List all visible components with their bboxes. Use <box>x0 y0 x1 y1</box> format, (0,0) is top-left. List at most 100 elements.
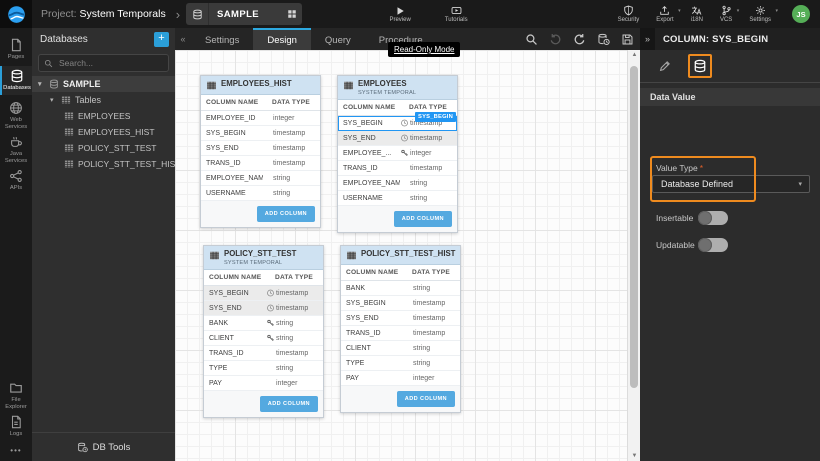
sidebar-item-web-services[interactable]: Web Services <box>0 98 32 133</box>
security-button[interactable]: Security <box>618 5 640 23</box>
export-button[interactable]: Export ▾ <box>656 5 673 23</box>
entity-table-header[interactable]: EMPLOYEES_HIST <box>201 76 320 95</box>
log-document-icon <box>9 415 23 429</box>
search-box[interactable] <box>38 54 169 72</box>
column-row[interactable]: CLIENTstring <box>341 341 460 356</box>
column-type: integer <box>413 375 455 382</box>
column-row[interactable]: PAY integer <box>204 376 323 391</box>
tree-node-table[interactable]: EMPLOYEES <box>32 108 175 124</box>
insertable-label: Insertable <box>656 213 698 223</box>
column-row[interactable]: SYS_ENDtimestamp <box>338 131 457 146</box>
column-row[interactable]: PAYinteger <box>341 371 460 386</box>
tree-node-tables-folder[interactable]: ▾ Tables <box>32 92 175 108</box>
scrollbar-thumb[interactable] <box>630 66 638 388</box>
sidebar-item-java-services[interactable]: Java Services <box>0 132 32 167</box>
tree-node-database[interactable]: ▾ SAMPLE <box>32 76 175 92</box>
add-column-button[interactable]: ADD COLUMN <box>257 206 315 222</box>
app-logo[interactable] <box>0 0 32 28</box>
column-row[interactable]: TRANS_IDtimestamp <box>204 346 323 361</box>
tutorials-button[interactable]: Tutorials <box>445 5 468 23</box>
updatable-row: Updatable <box>656 238 728 252</box>
sidebar-item-apis[interactable]: APIs <box>0 166 32 195</box>
tree-node-table[interactable]: POLICY_STT_TEST <box>32 140 175 156</box>
settings-label: Settings <box>749 17 771 23</box>
tab-edit-column[interactable] <box>654 55 676 77</box>
search-input[interactable] <box>57 57 163 69</box>
vertical-scrollbar[interactable]: ▲ ▼ <box>627 50 640 461</box>
column-row[interactable]: TYPEstring <box>341 356 460 371</box>
column-row[interactable]: TYPEstring <box>204 361 323 376</box>
chevron-down-icon: ▾ <box>737 8 740 14</box>
tab-settings[interactable]: Settings <box>191 28 253 50</box>
entity-table-header[interactable]: EMPLOYEESSYSTEM TEMPORAL <box>338 76 457 100</box>
open-app-tab[interactable]: SAMPLE <box>186 3 302 25</box>
breadcrumb-chevron-icon[interactable]: › <box>176 7 180 22</box>
tree-node-table[interactable]: EMPLOYEES_HIST <box>32 124 175 140</box>
user-avatar[interactable]: JS <box>792 5 810 23</box>
column-row[interactable]: CLIENTstring <box>204 331 323 346</box>
column-row[interactable]: EMPLOYEE_NAMEstring <box>201 171 320 186</box>
column-row[interactable]: SYS_BEGINtimestampSYS_BEGIN <box>338 116 457 131</box>
settings-button[interactable]: Settings ▾ <box>749 5 771 23</box>
tree-node-table[interactable]: POLICY_STT_TEST_HIST <box>32 156 175 172</box>
add-column-button[interactable]: ADD COLUMN <box>397 391 455 407</box>
preview-label: Preview <box>389 17 410 23</box>
column-row[interactable]: BANKstring <box>204 316 323 331</box>
column-name: EMPLOYEE_NAME <box>206 175 263 182</box>
i18n-button[interactable]: i18N <box>691 5 703 23</box>
add-database-button[interactable]: + <box>154 32 169 47</box>
column-row[interactable]: SYS_ENDtimestamp <box>201 141 320 156</box>
updatable-toggle[interactable] <box>698 238 728 252</box>
column-row[interactable]: SYS_ENDtimestamp <box>204 301 323 316</box>
more-options-button[interactable]: ••• <box>0 446 32 455</box>
collapse-left-panel-button[interactable]: « <box>175 28 191 50</box>
search-icon[interactable] <box>525 33 538 46</box>
preview-button[interactable]: Preview <box>389 6 410 23</box>
column-row[interactable]: USERNAMEstring <box>201 186 320 201</box>
column-row[interactable]: SYS_BEGINtimestamp <box>201 126 320 141</box>
column-row[interactable]: TRANS_ID timestamp <box>341 326 460 341</box>
column-row[interactable]: USERNAMEstring <box>338 191 457 206</box>
sidebar-item-file-explorer[interactable]: File Explorer <box>0 378 32 413</box>
column-row[interactable]: EMPLOYEE_IDinteger <box>201 111 320 126</box>
db-tools-button[interactable]: DB Tools <box>32 432 175 461</box>
entity-table[interactable]: POLICY_STT_TESTSYSTEM TEMPORALCOLUMN NAM… <box>203 245 324 418</box>
collapse-right-panel-button[interactable]: » <box>640 28 655 50</box>
save-icon[interactable] <box>621 33 634 46</box>
table-icon <box>209 250 220 261</box>
entity-table-header[interactable]: POLICY_STT_TESTSYSTEM TEMPORAL <box>204 246 323 270</box>
column-type: timestamp <box>413 330 455 337</box>
column-row[interactable]: SYS_BEGINtimestamp <box>341 296 460 311</box>
sidebar-item-logs[interactable]: Logs <box>0 412 32 441</box>
column-row[interactable]: EMPLOYEE_...integer <box>338 146 457 161</box>
entity-table[interactable]: EMPLOYEESSYSTEM TEMPORALCOLUMN NAMEDATA … <box>337 75 458 233</box>
column-row[interactable]: TRANS_IDtimestamp <box>201 156 320 171</box>
undo-icon[interactable] <box>549 33 562 46</box>
column-type: integer <box>276 380 318 387</box>
insertable-toggle[interactable] <box>698 211 728 225</box>
tab-data-settings[interactable] <box>688 54 712 78</box>
entity-table-subtitle: SYSTEM TEMPORAL <box>224 260 296 266</box>
entity-table[interactable]: POLICY_STT_TEST_HISTCOLUMN NAMEDATA TYPE… <box>340 245 461 413</box>
column-row[interactable]: TRANS_IDtimestamp <box>338 161 457 176</box>
column-name: PAY <box>209 380 266 387</box>
column-name: TRANS_ID <box>346 330 403 337</box>
column-row[interactable]: EMPLOYEE_NAMEstring <box>338 176 457 191</box>
entity-table[interactable]: EMPLOYEES_HISTCOLUMN NAMEDATA TYPEEMPLOY… <box>200 75 321 228</box>
tab-query[interactable]: Query <box>311 28 365 50</box>
database-refresh-icon[interactable] <box>597 33 610 46</box>
design-canvas[interactable]: EMPLOYEES_HISTCOLUMN NAMEDATA TYPEEMPLOY… <box>175 50 640 461</box>
tab-design[interactable]: Design <box>253 28 311 50</box>
column-row[interactable]: SYS_BEGINtimestamp <box>204 286 323 301</box>
entity-table-header[interactable]: POLICY_STT_TEST_HIST <box>341 246 460 265</box>
add-column-button[interactable]: ADD COLUMN <box>260 396 318 412</box>
redo-icon[interactable] <box>573 33 586 46</box>
column-row[interactable]: SYS_ENDtimestamp <box>341 311 460 326</box>
sidebar-item-databases[interactable]: Databases <box>0 66 32 95</box>
column-row[interactable]: BANKstring <box>341 281 460 296</box>
column-type: string <box>413 345 455 352</box>
add-column-button[interactable]: ADD COLUMN <box>394 211 452 227</box>
vcs-button[interactable]: VCS ▾ <box>720 5 732 23</box>
value-type-select[interactable]: Database Defined ▾ <box>652 175 810 193</box>
sidebar-item-pages[interactable]: Pages <box>0 35 32 64</box>
